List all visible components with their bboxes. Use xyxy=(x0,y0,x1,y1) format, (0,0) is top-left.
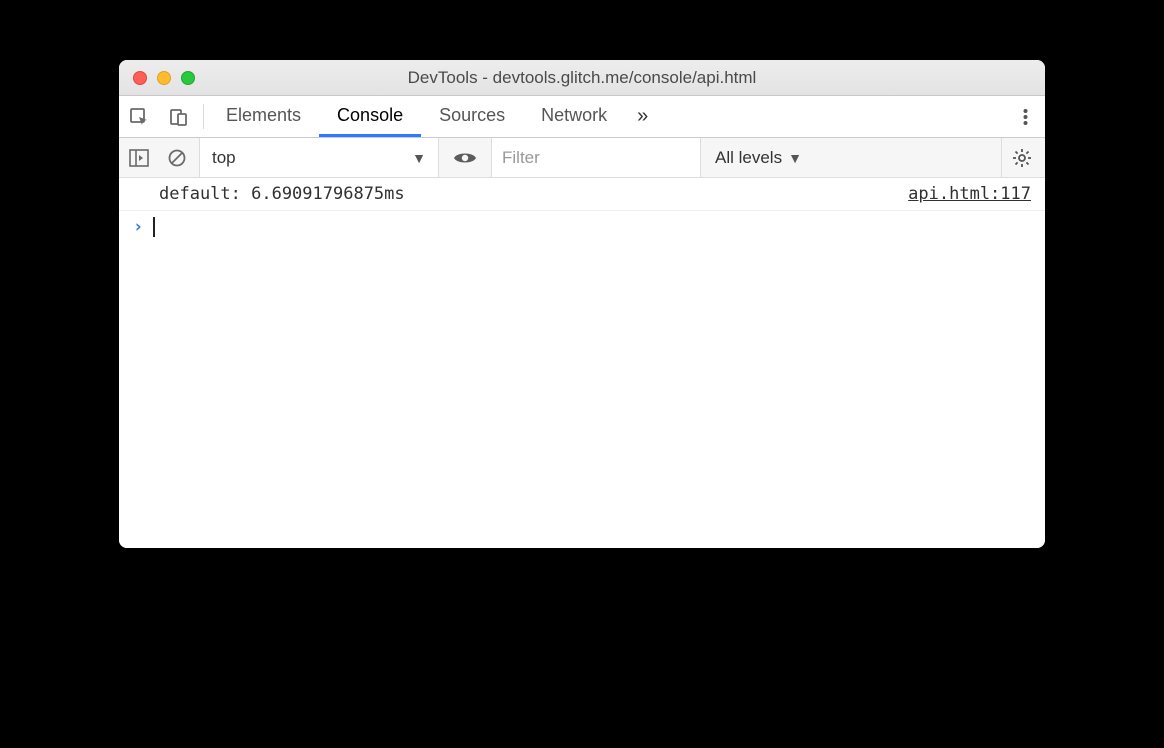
console-output: default: 6.69091796875ms api.html:117 › xyxy=(119,178,1045,548)
close-window-button[interactable] xyxy=(133,71,147,85)
tab-elements[interactable]: Elements xyxy=(208,96,319,137)
minimize-window-button[interactable] xyxy=(157,71,171,85)
caret-down-icon: ▼ xyxy=(412,150,426,166)
filter-input-wrap xyxy=(491,138,701,177)
tab-network[interactable]: Network xyxy=(523,96,625,137)
log-message: default: 6.69091796875ms xyxy=(159,184,405,204)
window-title: DevTools - devtools.glitch.me/console/ap… xyxy=(119,68,1045,88)
devtools-menu-button[interactable] xyxy=(1005,107,1045,127)
live-expression-icon[interactable] xyxy=(445,150,485,166)
execution-context-select[interactable]: top ▼ xyxy=(199,138,439,177)
tabbar-right xyxy=(996,96,1045,137)
clear-console-icon[interactable] xyxy=(161,148,193,168)
tab-sources[interactable]: Sources xyxy=(421,96,523,137)
text-cursor xyxy=(153,217,155,237)
devtools-window: DevTools - devtools.glitch.me/console/ap… xyxy=(119,60,1045,548)
log-row: default: 6.69091796875ms api.html:117 xyxy=(119,178,1045,211)
inspect-element-icon[interactable] xyxy=(119,96,159,137)
devtools-tabbar: Elements Console Sources Network » xyxy=(119,96,1045,138)
device-toolbar-icon[interactable] xyxy=(159,96,199,137)
prompt-chevron-icon: › xyxy=(133,217,143,237)
divider xyxy=(203,104,204,129)
log-source-link[interactable]: api.html:117 xyxy=(908,184,1031,204)
maximize-window-button[interactable] xyxy=(181,71,195,85)
caret-down-icon: ▼ xyxy=(788,150,802,166)
levels-label: All levels xyxy=(715,148,782,168)
tab-console[interactable]: Console xyxy=(319,96,421,137)
console-sidebar-toggle-icon[interactable] xyxy=(123,149,155,167)
context-label: top xyxy=(212,148,236,168)
window-controls xyxy=(119,71,195,85)
log-levels-select[interactable]: All levels ▼ xyxy=(707,148,810,168)
more-tabs-button[interactable]: » xyxy=(625,96,660,137)
console-settings-icon[interactable] xyxy=(1001,138,1041,177)
titlebar: DevTools - devtools.glitch.me/console/ap… xyxy=(119,60,1045,96)
console-prompt-row[interactable]: › xyxy=(119,211,1045,243)
console-filterbar: top ▼ All levels ▼ xyxy=(119,138,1045,178)
filter-input[interactable] xyxy=(492,138,700,177)
tabs-list: Elements Console Sources Network » xyxy=(208,96,996,137)
